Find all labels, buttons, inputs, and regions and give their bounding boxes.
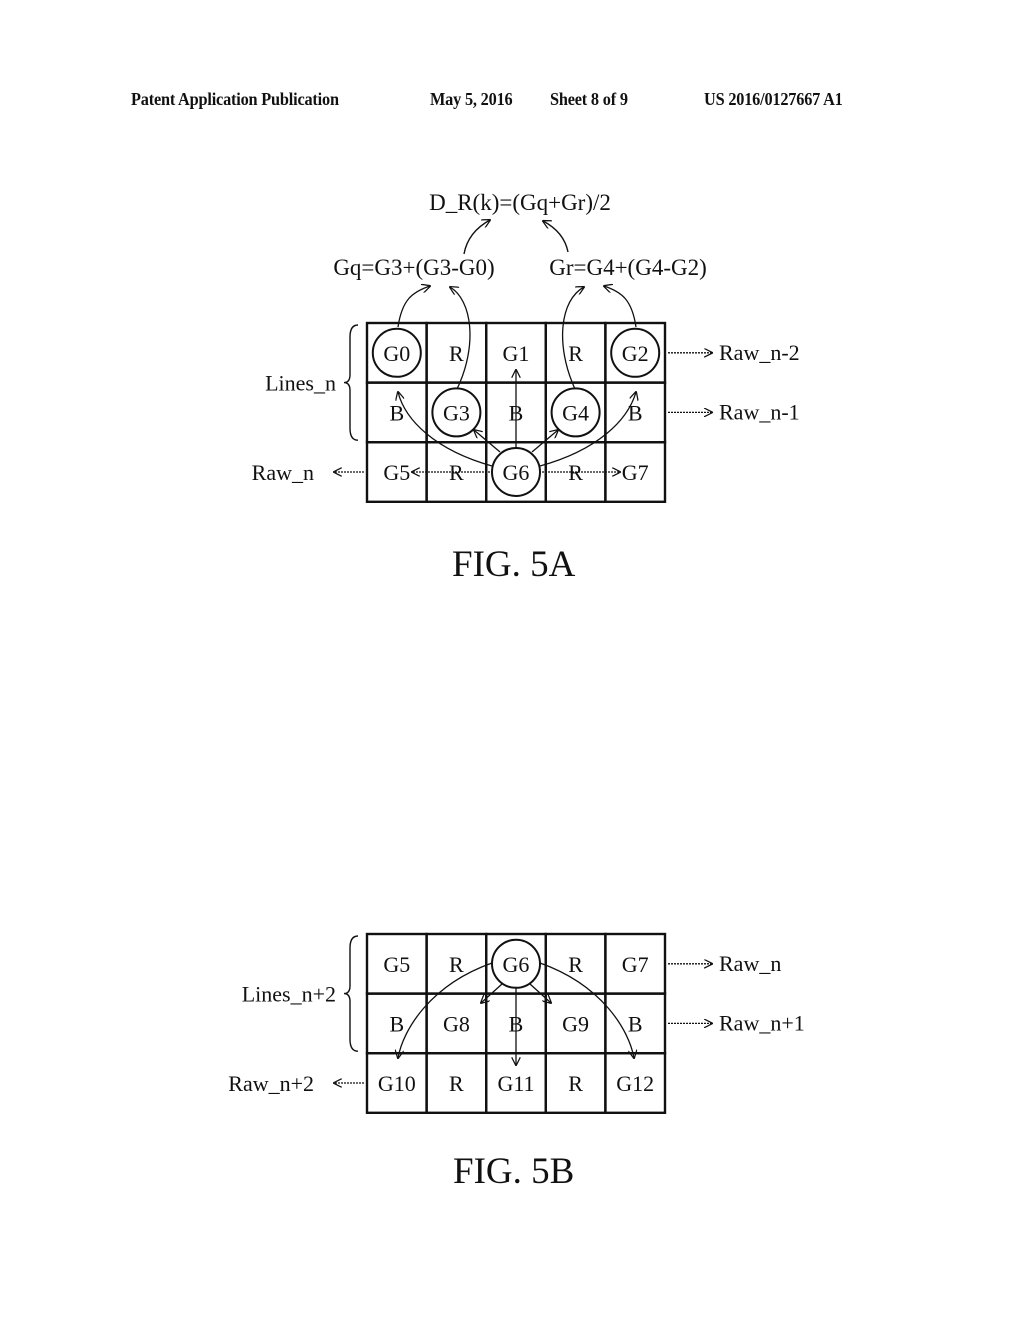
pixel-label-g11: G11 — [497, 1071, 534, 1096]
pixel-label-g7: G7 — [622, 952, 649, 977]
pixel-label-g8: G8 — [443, 1011, 470, 1036]
row-label: Raw_n-1 — [719, 399, 800, 424]
fig5a-arrows — [398, 286, 636, 472]
pixel-label-g5: G5 — [383, 952, 410, 977]
caption-fig-5a: FIG. 5A — [452, 544, 576, 585]
arrow-g4-to-gr — [562, 287, 584, 390]
arrow-g3-to-gq — [450, 287, 471, 390]
pixel-label-g6: G6 — [503, 460, 530, 485]
pixel-label-g3: G3 — [443, 400, 470, 425]
row-label: Raw_n-2 — [719, 340, 800, 365]
row-label: Raw_n+2 — [228, 1071, 314, 1096]
brace-label: Lines_n — [265, 371, 336, 396]
pixel-label-b: B — [389, 1011, 404, 1036]
pixel-label-r: R — [449, 341, 464, 366]
pixel-label-g5: G5 — [383, 460, 410, 485]
bayer-grid-5a: G0 R G1 R G2 Raw_n-2B G3 B G4 B Raw_n-1G5 R G6 R G7Raw… — [252, 321, 800, 504]
pixel-label-g4: G4 — [562, 400, 589, 425]
caption-fig-5b: FIG. 5B — [453, 1151, 575, 1192]
formula-d-r: D_R(k)=(Gq+Gr)/2 — [429, 190, 611, 215]
brace — [343, 935, 359, 1052]
pixel-label-r: R — [449, 1071, 464, 1096]
pixel-label-g7: G7 — [622, 460, 649, 485]
pixel-label-b: B — [628, 1011, 643, 1036]
row-label: Raw_n+1 — [719, 1010, 805, 1035]
pixel-label-g1: G1 — [503, 341, 530, 366]
brace-label: Lines_n+2 — [242, 982, 336, 1007]
arrow-g2-to-gr — [604, 286, 637, 328]
pixel-label-b: B — [628, 400, 643, 425]
arrow-gr-to-dr — [543, 221, 569, 253]
arrow-gq-to-dr — [463, 220, 490, 255]
figure-diagrams: D_R(k)=(Gq+Gr)/2 Gq=G3+(G3-G0) Gr=G4+(G4… — [228, 190, 805, 1114]
pixel-label-r: R — [568, 341, 583, 366]
row-label: Raw_n — [252, 460, 314, 485]
pixel-label-g12: G12 — [616, 1071, 654, 1096]
pixel-label-g2: G2 — [622, 341, 649, 366]
row-label: Raw_n — [719, 951, 781, 976]
pixel-label-g9: G9 — [562, 1011, 589, 1036]
pixel-label-g6: G6 — [503, 952, 530, 977]
pixel-label-r: R — [568, 952, 583, 977]
pixel-label-r: R — [449, 952, 464, 977]
pixel-label-g0: G0 — [383, 341, 410, 366]
formula-gq: Gq=G3+(G3-G0) — [333, 255, 494, 280]
arrow-g0-to-gq — [397, 286, 430, 328]
pixel-label-r: R — [568, 1071, 583, 1096]
formula-gr: Gr=G4+(G4-G2) — [549, 255, 707, 280]
pixel-label-g10: G10 — [378, 1071, 416, 1096]
brace — [343, 324, 359, 441]
